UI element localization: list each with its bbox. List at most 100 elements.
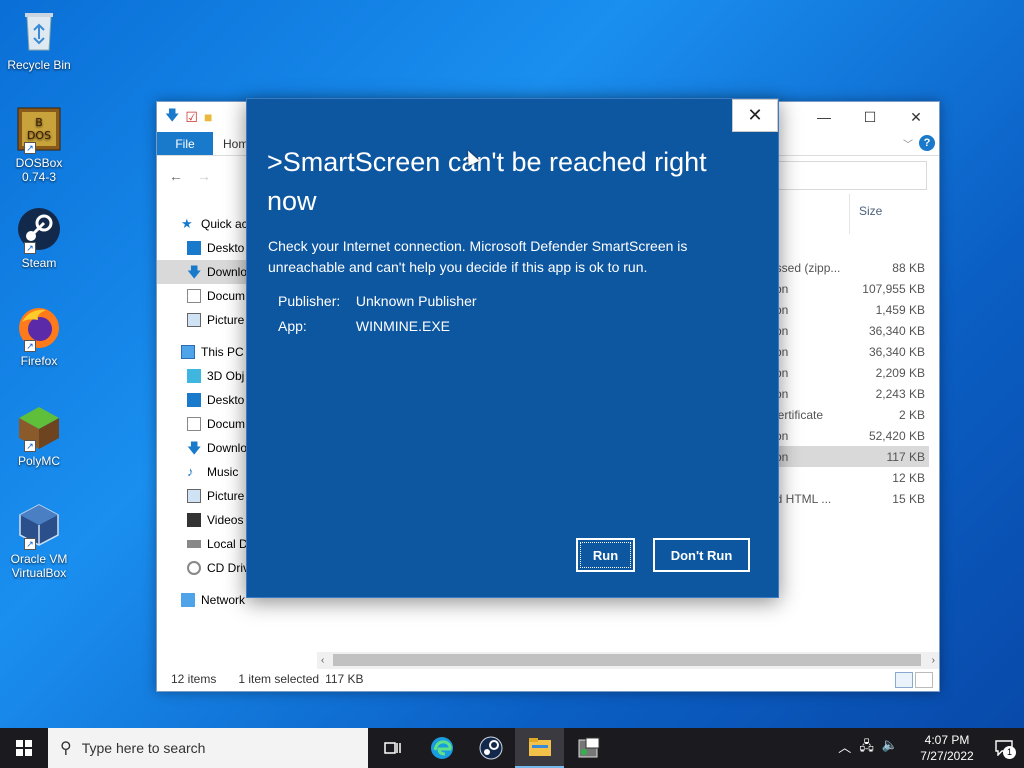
table-row[interactable]: essed (zipp... 88 KB: [769, 257, 929, 278]
tab-file[interactable]: File: [157, 132, 213, 155]
task-view-button[interactable]: [368, 728, 417, 768]
status-bar: 12 items 1 item selected 117 KB: [157, 667, 939, 691]
dialog-close-button[interactable]: ✕: [732, 99, 778, 132]
status-item-count: 12 items: [171, 672, 217, 686]
dont-run-button[interactable]: Don't Run: [653, 538, 750, 572]
table-row[interactable]: tion52,420 KB: [769, 425, 929, 446]
large-icons-view-icon[interactable]: [915, 672, 933, 688]
run-button[interactable]: Run: [576, 538, 635, 572]
app-label: App:: [278, 318, 307, 334]
recycle-bin-icon: [16, 8, 62, 54]
sidebar-item-local-disk[interactable]: Local D: [157, 532, 247, 556]
action-center-button[interactable]: 1: [984, 728, 1024, 768]
volume-icon[interactable]: 🔈: [882, 737, 898, 759]
desktop-icon-label: Oracle VM VirtualBox: [10, 552, 68, 580]
file-list: essed (zipp...88 KB tion107,955 KB tion1…: [769, 257, 929, 509]
edge-button[interactable]: [417, 728, 466, 768]
system-tray: ︿ 🖧 🔈 4:07 PM 7/27/2022 1: [838, 728, 1024, 768]
virtualbox-icon: ↗: [16, 502, 62, 550]
dialog-message: Check your Internet connection. Microsof…: [268, 238, 688, 275]
chevron-down-icon[interactable]: ﹀: [903, 136, 913, 151]
taskbar-search-box[interactable]: ⚲ Type here to search: [48, 728, 368, 768]
table-row[interactable]: ed HTML ... 15 KB: [769, 488, 929, 509]
cd-icon: [187, 561, 201, 575]
desktop-icon-virtualbox[interactable]: ↗ Oracle VM VirtualBox: [4, 502, 74, 580]
sidebar-item-desktop[interactable]: Deskto: [157, 236, 247, 260]
clock-date: 7/27/2022: [920, 749, 974, 763]
chevron-up-icon[interactable]: ︿: [838, 737, 851, 759]
down-arrow-icon[interactable]: 🡇: [165, 105, 179, 129]
network-icon[interactable]: 🖧: [859, 737, 874, 759]
documents-icon: [187, 417, 201, 431]
edge-icon: [430, 737, 453, 759]
desktop-icon: [187, 241, 201, 255]
search-input[interactable]: [771, 161, 927, 190]
table-row[interactable]: Certificate 2 KB: [769, 404, 929, 425]
scrollbar-thumb[interactable]: [333, 654, 921, 666]
sidebar-item-cd-drive[interactable]: CD Driv: [157, 556, 247, 580]
table-row[interactable]: tion2,209 KB: [769, 362, 929, 383]
table-row[interactable]: tion107,955 KB: [769, 278, 929, 299]
publisher-row: Publisher: Unknown Publisher: [278, 289, 477, 314]
desktop-icon-firefox[interactable]: ↗ Firefox: [4, 304, 74, 368]
desktop-icon-label: PolyMC: [17, 454, 60, 468]
cube-icon: [187, 369, 201, 383]
star-icon: ★: [181, 216, 193, 231]
sidebar-item-desktop-pc[interactable]: Deskto: [157, 388, 247, 412]
navigation-pane: ★ Quick ac Deskto 🡇 Downlo Docum Picture T…: [157, 212, 247, 612]
app-taskbar-button[interactable]: [564, 728, 613, 768]
help-icon[interactable]: ?: [919, 135, 935, 151]
start-button[interactable]: [0, 728, 48, 768]
file-explorer-taskbar-button[interactable]: [515, 728, 564, 768]
desktop-icon-label: Recycle Bin: [7, 58, 71, 72]
app-value: WINMINE.EXE: [355, 318, 451, 334]
minimize-button[interactable]: —: [801, 102, 847, 132]
file-explorer-icon: [528, 738, 551, 756]
dosbox-icon: B DOS ↗: [16, 106, 62, 154]
table-row[interactable]: e12 KB: [769, 467, 929, 488]
desktop-icon-recycle-bin[interactable]: Recycle Bin: [4, 8, 74, 72]
desktop-icon-polymc[interactable]: ↗ PolyMC: [4, 404, 74, 468]
table-row-selected[interactable]: tion117 KB: [769, 446, 929, 467]
sidebar-item-this-pc[interactable]: This PC: [157, 340, 247, 364]
details-view-icon[interactable]: [895, 672, 913, 688]
desktop-icon-dosbox[interactable]: B DOS ↗ DOSBox 0.74-3: [4, 106, 74, 184]
music-icon: ♪: [187, 464, 194, 479]
network-icon: [181, 593, 195, 607]
table-row[interactable]: tion36,340 KB: [769, 320, 929, 341]
pictures-icon: [187, 313, 201, 327]
windows-logo-icon: [16, 740, 32, 756]
steam-taskbar-button[interactable]: [466, 728, 515, 768]
sidebar-item-music[interactable]: ♪ Music: [157, 460, 247, 484]
sidebar-item-pictures-pc[interactable]: Picture: [157, 484, 247, 508]
taskbar: ⚲ Type here to search ︿ 🖧 🔈 4:07 PM 7/27…: [0, 728, 1024, 768]
properties-icon[interactable]: ☑: [185, 109, 198, 126]
sidebar-item-quick-access[interactable]: ★ Quick ac: [157, 212, 247, 236]
forward-icon[interactable]: →: [197, 168, 211, 184]
sidebar-item-3d-objects[interactable]: 3D Obj: [157, 364, 247, 388]
desktop-icon-label: DOSBox 0.74-3: [15, 156, 63, 184]
sidebar-item-documents[interactable]: Docum: [157, 284, 247, 308]
computer-icon: [181, 345, 195, 359]
table-row[interactable]: tion1,459 KB: [769, 299, 929, 320]
maximize-button[interactable]: ☐: [847, 102, 893, 132]
close-button[interactable]: ✕: [893, 102, 939, 132]
sidebar-item-downloads[interactable]: 🡇 Downlo: [157, 260, 247, 284]
sidebar-item-network[interactable]: Network: [157, 588, 247, 612]
pictures-icon: [187, 489, 201, 503]
close-icon: ✕: [747, 105, 763, 125]
sidebar-item-downloads-pc[interactable]: 🡇 Downlo: [157, 436, 247, 460]
svg-text:DOS: DOS: [27, 129, 51, 142]
column-header-size[interactable]: Size: [859, 204, 882, 218]
desktop-icon-steam[interactable]: ↗ Steam: [4, 206, 74, 270]
sidebar-item-documents-pc[interactable]: Docum: [157, 412, 247, 436]
table-row[interactable]: tion36,340 KB: [769, 341, 929, 362]
folder-icon[interactable]: ■: [204, 109, 212, 125]
table-row[interactable]: tion2,243 KB: [769, 383, 929, 404]
back-icon[interactable]: ←: [169, 168, 183, 184]
sidebar-item-pictures[interactable]: Picture: [157, 308, 247, 332]
sidebar-item-videos[interactable]: Videos: [157, 508, 247, 532]
app-row: App: WINMINE.EXE: [278, 314, 477, 339]
documents-icon: [187, 289, 201, 303]
taskbar-clock[interactable]: 4:07 PM 7/27/2022: [910, 732, 984, 764]
